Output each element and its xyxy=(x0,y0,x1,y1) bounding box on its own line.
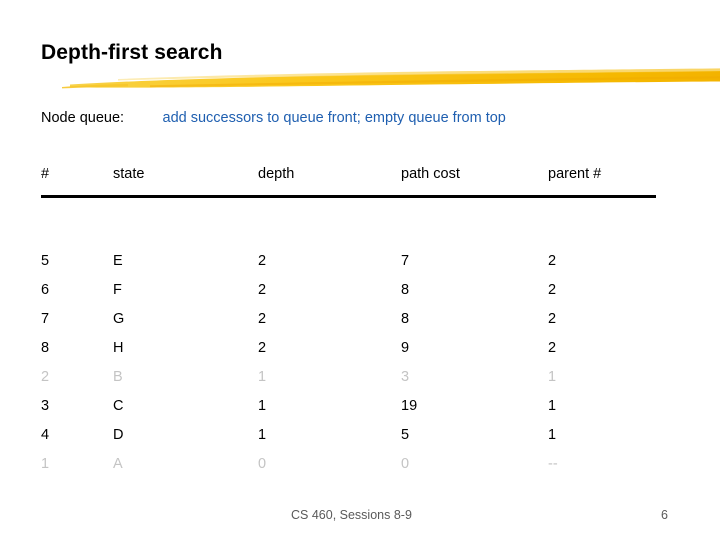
cell-path-cost: 19 xyxy=(401,398,418,414)
table-row: 2 B 1 3 1 xyxy=(41,368,681,397)
slide-canvas: Depth-first search Node queue: add succe… xyxy=(0,0,720,540)
cell-depth: 2 xyxy=(258,311,267,327)
cell-depth: 0 xyxy=(258,456,267,472)
cell-number: 2 xyxy=(41,369,50,385)
cell-number: 4 xyxy=(41,427,50,443)
cell-parent: 2 xyxy=(548,282,557,298)
cell-depth: 1 xyxy=(258,427,267,443)
title-underline-swoosh-icon xyxy=(62,68,720,89)
cell-state: G xyxy=(113,311,125,327)
column-header-number: # xyxy=(41,166,50,182)
cell-number: 3 xyxy=(41,398,50,414)
cell-path-cost: 0 xyxy=(401,456,410,472)
cell-depth: 2 xyxy=(258,340,267,356)
cell-number: 1 xyxy=(41,456,50,472)
cell-path-cost: 8 xyxy=(401,311,410,327)
cell-state: D xyxy=(113,427,124,443)
cell-path-cost: 3 xyxy=(401,369,410,385)
node-queue-label: Node queue: xyxy=(41,110,125,126)
table-row: 3 C 1 19 1 xyxy=(41,397,681,426)
cell-parent: -- xyxy=(548,456,558,472)
footer-page-number: 6 xyxy=(661,508,668,522)
header-divider-rule xyxy=(41,195,656,198)
table-body: 5 E 2 7 2 6 F 2 8 2 7 G 2 8 2 8 H 2 9 2 … xyxy=(41,252,681,484)
cell-number: 6 xyxy=(41,282,50,298)
cell-number: 5 xyxy=(41,253,50,269)
cell-number: 8 xyxy=(41,340,50,356)
cell-state: B xyxy=(113,369,123,385)
cell-parent: 1 xyxy=(548,369,557,385)
column-header-parent: parent # xyxy=(548,166,602,182)
cell-state: C xyxy=(113,398,124,414)
cell-state: E xyxy=(113,253,123,269)
cell-parent: 2 xyxy=(548,311,557,327)
column-header-depth: depth xyxy=(258,166,295,182)
cell-parent: 1 xyxy=(548,427,557,443)
cell-parent: 2 xyxy=(548,253,557,269)
column-header-path-cost: path cost xyxy=(401,166,460,182)
page-title: Depth-first search xyxy=(41,41,223,64)
table-row: 5 E 2 7 2 xyxy=(41,252,681,281)
cell-depth: 1 xyxy=(258,398,267,414)
search-table: # state depth path cost parent # 5 E 2 7… xyxy=(41,165,681,472)
cell-parent: 1 xyxy=(548,398,557,414)
node-queue-line: Node queue: add successors to queue fron… xyxy=(41,109,681,129)
table-row: 1 A 0 0 -- xyxy=(41,455,681,484)
table-row: 7 G 2 8 2 xyxy=(41,310,681,339)
cell-number: 7 xyxy=(41,311,50,327)
node-queue-strategy-text: add successors to queue front; empty que… xyxy=(162,110,506,126)
cell-state: F xyxy=(113,282,122,298)
cell-state: A xyxy=(113,456,123,472)
table-row: 8 H 2 9 2 xyxy=(41,339,681,368)
cell-path-cost: 5 xyxy=(401,427,410,443)
footer-course-label: CS 460, Sessions 8-9 xyxy=(291,508,412,522)
table-header-row: # state depth path cost parent # xyxy=(41,165,681,198)
cell-depth: 2 xyxy=(258,282,267,298)
cell-depth: 2 xyxy=(258,253,267,269)
cell-parent: 2 xyxy=(548,340,557,356)
cell-path-cost: 8 xyxy=(401,282,410,298)
cell-depth: 1 xyxy=(258,369,267,385)
column-header-state: state xyxy=(113,166,145,182)
cell-state: H xyxy=(113,340,124,356)
cell-path-cost: 7 xyxy=(401,253,410,269)
table-row: 6 F 2 8 2 xyxy=(41,281,681,310)
cell-path-cost: 9 xyxy=(401,340,410,356)
table-row: 4 D 1 5 1 xyxy=(41,426,681,455)
